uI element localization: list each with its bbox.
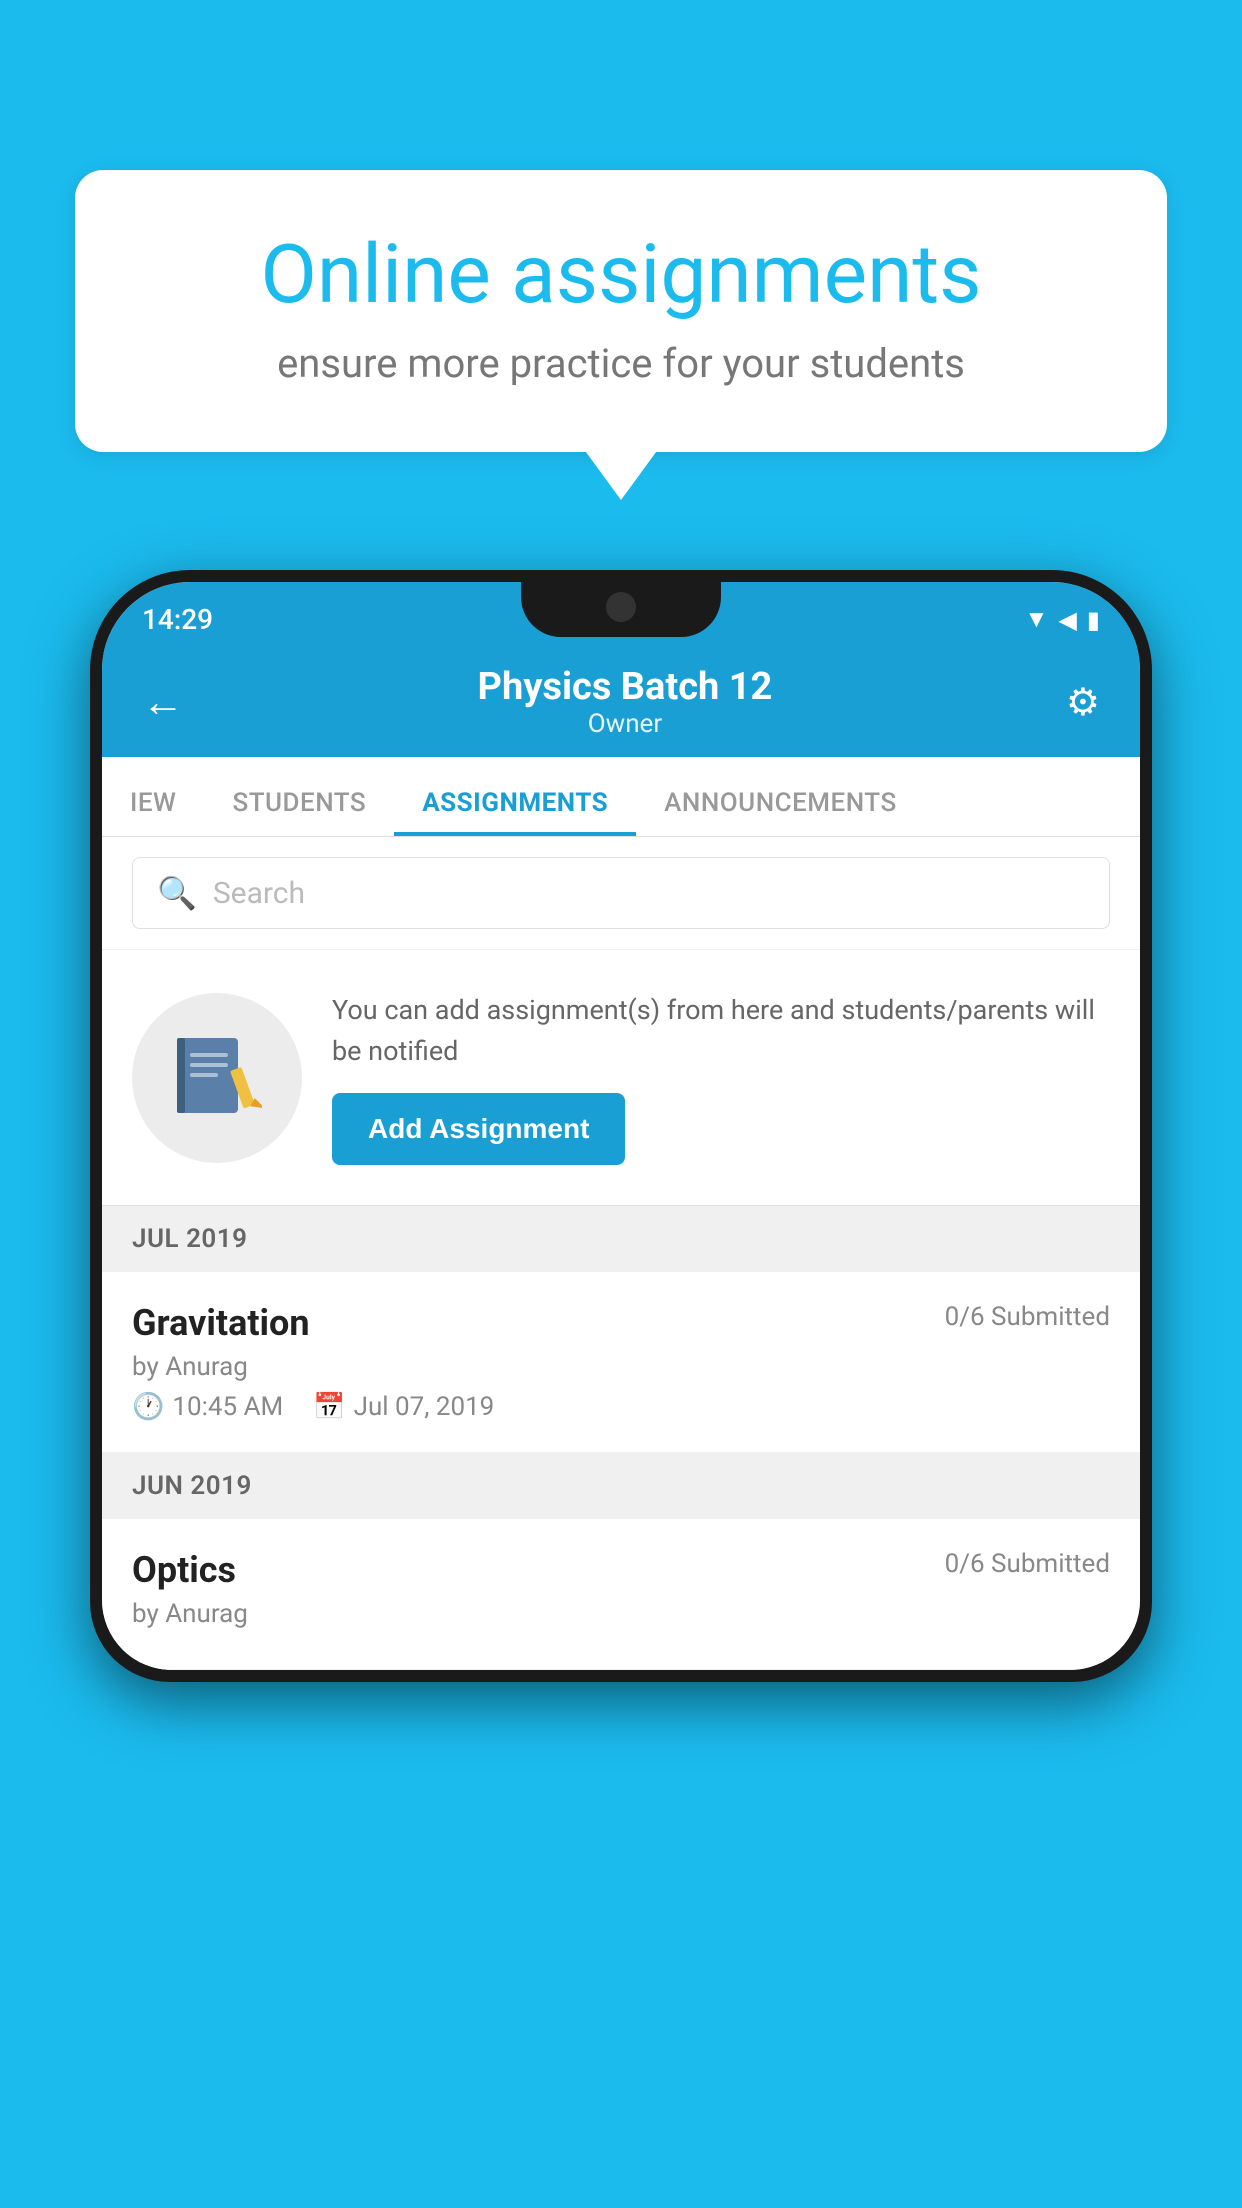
battery-icon: ▮ (1087, 606, 1100, 634)
wifi-icon: ▼ (1025, 605, 1049, 634)
tab-announcements[interactable]: ANNOUNCEMENTS (636, 788, 925, 836)
assignment-date: Jul 07, 2019 (354, 1392, 495, 1422)
add-assignment-text-area: You can add assignment(s) from here and … (332, 990, 1110, 1165)
speech-bubble: Online assignments ensure more practice … (75, 170, 1167, 452)
optics-title: Optics (132, 1549, 236, 1591)
signal-icon: ◀ (1058, 606, 1076, 634)
phone-outer: 14:29 ▼ ◀ ▮ ← Physics Batch 12 Owner ⚙ (90, 570, 1152, 1682)
assignment-item-optics[interactable]: Optics 0/6 Submitted by Anurag (102, 1519, 1140, 1670)
clock-icon: 🕐 (132, 1392, 164, 1422)
search-icon: 🔍 (157, 874, 197, 912)
phone-device: 14:29 ▼ ◀ ▮ ← Physics Batch 12 Owner ⚙ (90, 570, 1152, 2208)
notebook-icon-circle (132, 993, 302, 1163)
search-input-wrapper[interactable]: 🔍 Search (132, 857, 1110, 929)
time-meta: 🕐 10:45 AM (132, 1392, 283, 1422)
promo-section: Online assignments ensure more practice … (75, 170, 1167, 452)
add-assignment-description: You can add assignment(s) from here and … (332, 990, 1110, 1071)
assignment-meta: 🕐 10:45 AM 📅 Jul 07, 2019 (132, 1392, 1110, 1422)
assignment-item-gravitation[interactable]: Gravitation 0/6 Submitted by Anurag 🕐 10… (102, 1272, 1140, 1453)
search-container: 🔍 Search (102, 837, 1140, 950)
phone-camera (606, 592, 636, 622)
notebook-icon (172, 1033, 262, 1123)
bubble-subtitle: ensure more practice for your students (145, 340, 1097, 387)
assignment-author: by Anurag (132, 1352, 1110, 1382)
bubble-title: Online assignments (145, 230, 1097, 320)
settings-icon[interactable]: ⚙ (1066, 680, 1100, 725)
add-assignment-button[interactable]: Add Assignment (332, 1093, 625, 1165)
assignment-title: Gravitation (132, 1302, 310, 1344)
app-header: ← Physics Batch 12 Owner ⚙ (102, 647, 1140, 757)
tab-students[interactable]: STUDENTS (204, 788, 394, 836)
tab-overview[interactable]: IEW (102, 788, 204, 836)
assignment-submitted: 0/6 Submitted (945, 1302, 1110, 1332)
tab-assignments[interactable]: ASSIGNMENTS (394, 788, 636, 836)
section-header-jul: JUL 2019 (102, 1206, 1140, 1272)
batch-title: Physics Batch 12 (478, 665, 773, 709)
date-meta: 📅 Jul 07, 2019 (313, 1392, 494, 1422)
status-icons: ▼ ◀ ▮ (1025, 605, 1100, 634)
assignment-top-row-optics: Optics 0/6 Submitted (132, 1549, 1110, 1591)
add-assignment-section: You can add assignment(s) from here and … (102, 950, 1140, 1206)
calendar-icon: 📅 (313, 1392, 345, 1422)
phone-screen: 14:29 ▼ ◀ ▮ ← Physics Batch 12 Owner ⚙ (102, 582, 1140, 1670)
status-time: 14:29 (142, 603, 213, 636)
header-owner-label: Owner (478, 709, 773, 739)
optics-submitted: 0/6 Submitted (945, 1549, 1110, 1579)
header-center: Physics Batch 12 Owner (478, 665, 773, 739)
assignment-time: 10:45 AM (172, 1392, 283, 1422)
tabs-bar: IEW STUDENTS ASSIGNMENTS ANNOUNCEMENTS (102, 757, 1140, 837)
search-placeholder: Search (213, 876, 305, 911)
back-button[interactable]: ← (142, 678, 184, 727)
assignment-top-row: Gravitation 0/6 Submitted (132, 1302, 1110, 1344)
section-header-jun: JUN 2019 (102, 1453, 1140, 1519)
optics-author: by Anurag (132, 1599, 1110, 1629)
